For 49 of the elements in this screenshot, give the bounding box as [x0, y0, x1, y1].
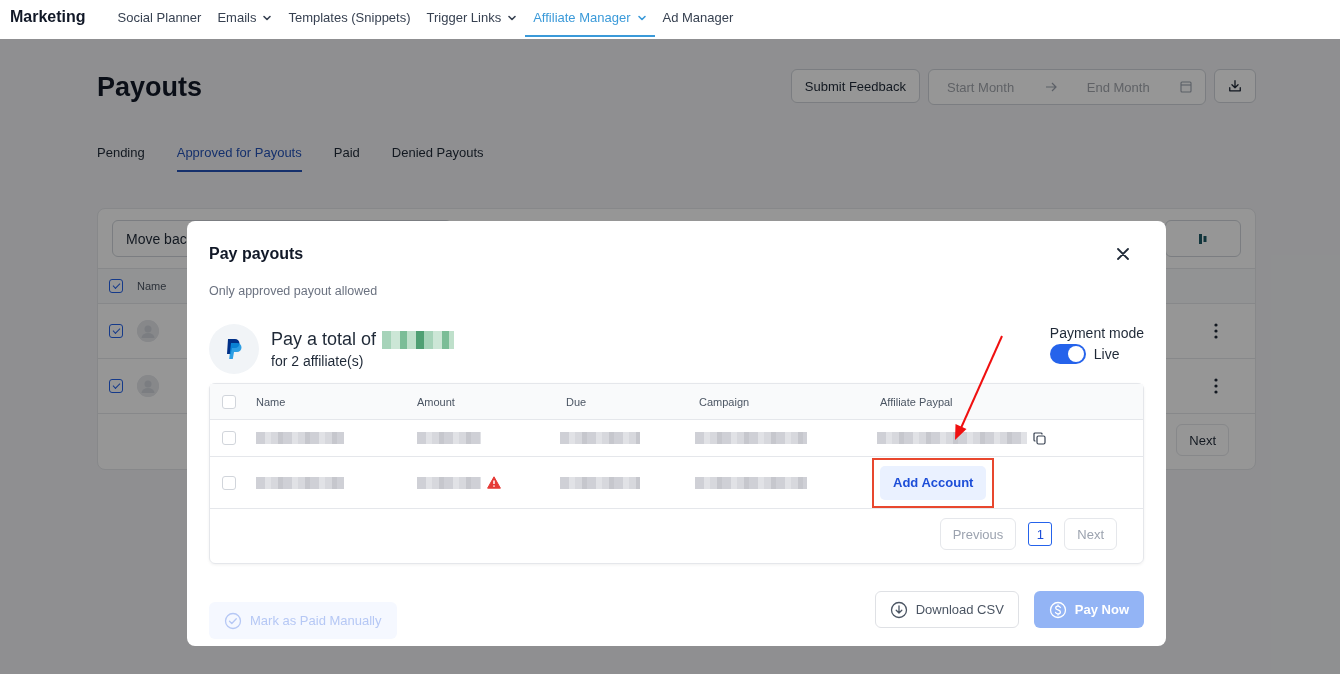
tab[interactable]: Approved for Payouts: [176, 145, 302, 172]
nav-item[interactable]: Emails: [209, 0, 281, 37]
download-button[interactable]: [1214, 69, 1256, 103]
next-button[interactable]: Next: [1176, 424, 1229, 456]
payment-mode-label: Payment mode: [1049, 324, 1144, 341]
checkbox[interactable]: [109, 379, 123, 393]
warning-icon: [487, 476, 501, 489]
nav-item[interactable]: Ad Manager: [654, 0, 742, 37]
nav-item[interactable]: Social Planner: [109, 0, 210, 37]
add-account-button[interactable]: Add Account: [880, 465, 987, 500]
column-header: Amount: [417, 395, 456, 408]
checkbox[interactable]: [109, 324, 123, 338]
column-header: Campaign: [699, 395, 751, 408]
tab[interactable]: Pending: [97, 145, 145, 172]
download-circle-icon: [889, 600, 908, 619]
payment-mode-value: Live: [1093, 345, 1120, 362]
payment-logo-icon: [224, 338, 244, 360]
column-header: Due: [566, 395, 588, 408]
column-header: Name: [137, 280, 167, 292]
dialog-title: Pay payouts: [209, 245, 304, 263]
redacted-text: [417, 432, 481, 444]
nav-item[interactable]: Affiliate Manager: [525, 0, 655, 37]
more-icon[interactable]: [1214, 378, 1218, 394]
payment-mode-toggle[interactable]: [1049, 343, 1086, 364]
checkbox[interactable]: [109, 279, 123, 293]
total-label: Pay a total of: [271, 329, 377, 350]
dialog-subtitle: Only approved payout allowed: [209, 284, 379, 298]
download-icon: [1228, 79, 1242, 93]
arrow-right-icon: [1043, 80, 1058, 94]
check-circle-icon: [224, 611, 242, 630]
dollar-circle-icon: [1048, 600, 1067, 619]
more-icon[interactable]: [1214, 323, 1218, 339]
page-number-button[interactable]: 1: [1028, 522, 1053, 546]
feedback-button[interactable]: Submit Feedback: [790, 69, 920, 103]
page-title: Payouts: [97, 71, 203, 103]
app-title: Marketing: [10, 7, 86, 26]
column-header: Name: [256, 395, 287, 408]
calendar-icon: [1178, 80, 1193, 94]
nav-item[interactable]: Trigger Links: [418, 0, 526, 37]
close-icon[interactable]: [1116, 247, 1130, 261]
copy-icon[interactable]: [1033, 431, 1046, 445]
tab[interactable]: Paid: [333, 145, 360, 172]
column-header: Affiliate Paypal: [880, 395, 954, 408]
columns-icon: [1196, 231, 1210, 246]
download-csv-button[interactable]: Download CSV: [874, 591, 1019, 628]
tab[interactable]: Denied Payouts: [391, 145, 484, 172]
affiliate-count: for 2 affiliate(s): [271, 353, 365, 369]
redacted-text: [417, 476, 481, 489]
nav-item[interactable]: Templates (Snippets): [280, 0, 419, 37]
